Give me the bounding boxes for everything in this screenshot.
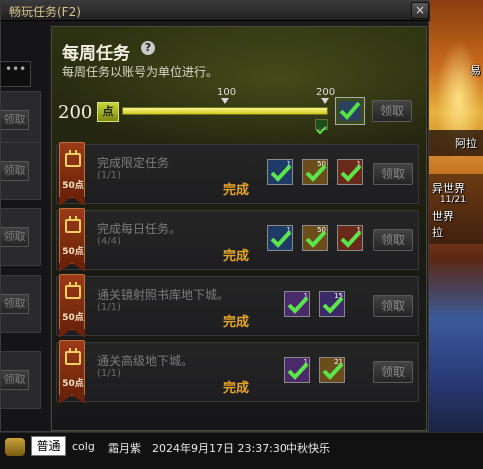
side-text-fragment: 易 xyxy=(470,64,481,77)
weekly-progress-bar xyxy=(122,107,328,115)
milestone-check-icon xyxy=(315,119,328,135)
weekly-progress-fill xyxy=(123,108,327,114)
left-claim-button[interactable]: 领取 xyxy=(1,370,29,390)
chat-channel-selector[interactable]: 普通 xyxy=(31,436,66,456)
window-title: 畅玩任务(F2) xyxy=(9,5,81,19)
side-text-fragment: 异世界 xyxy=(432,182,465,195)
chat-user[interactable]: colg xyxy=(72,440,95,453)
left-task-card: 领取 xyxy=(1,91,41,149)
side-text-fragment: 拉 xyxy=(432,226,443,239)
blue-box-icon[interactable]: 1 xyxy=(267,225,293,251)
red-box-icon[interactable]: 1 xyxy=(337,159,363,185)
task-status: 完成 xyxy=(223,381,250,396)
points-unit-badge: 点 xyxy=(97,102,119,122)
task-count: (1/1) xyxy=(97,368,121,379)
ribbon-points: 50点 xyxy=(62,181,84,191)
task-name: 完成每日任务。 xyxy=(97,222,182,236)
progress-tick-marker xyxy=(221,98,229,104)
calendar-icon xyxy=(65,150,81,167)
side-text-fragment: 11/21 xyxy=(440,195,466,205)
left-claim-button[interactable]: 领取 xyxy=(1,161,29,181)
violet-box-icon[interactable]: 15 xyxy=(319,291,345,317)
chat-datetime: 2024年9月17日 23:37:30 xyxy=(152,442,287,455)
left-task-card: 领取 xyxy=(1,208,41,266)
chat-bar: 普通 colg 霜月紫 2024年9月17日 23:37:30 中秋快乐 xyxy=(0,432,483,469)
task-row: 50点 通关高级地下城。 (1/1) 完成 1 21 领取 xyxy=(56,340,419,404)
task-name: 通关高级地下城。 xyxy=(97,354,194,368)
task-claim-button[interactable]: 领取 xyxy=(373,229,413,251)
chat-sender-name[interactable]: 霜月紫 xyxy=(108,440,141,456)
purple-box-icon[interactable]: 1 xyxy=(284,291,310,317)
task-status: 完成 xyxy=(223,249,250,264)
left-claim-button[interactable]: 领取 xyxy=(1,294,29,314)
progress-tick-marker xyxy=(321,98,329,104)
gold-box-icon[interactable]: 21 xyxy=(319,357,345,383)
gold-box-icon[interactable]: 50 xyxy=(302,225,328,251)
task-claim-button[interactable]: 领取 xyxy=(373,361,413,383)
ribbon-points: 50点 xyxy=(62,379,84,389)
window-titlebar[interactable]: 畅玩任务(F2) × xyxy=(1,1,430,21)
calendar-icon xyxy=(65,216,81,233)
left-task-card: 领取 xyxy=(1,142,41,200)
left-task-card: 领取 xyxy=(1,351,41,409)
weekly-task-panel: 每周任务 ? 每周任务以账号为单位进行。 200 点 100 200 领取 50… xyxy=(51,26,427,431)
points-ribbon: 50点 xyxy=(59,208,85,272)
points-ribbon: 50点 xyxy=(59,274,85,338)
chat-message: 中秋快乐 xyxy=(286,442,330,455)
task-count: (4/4) xyxy=(97,236,121,247)
task-row: 50点 完成限定任务 (1/1) 完成 1 50 1 领取 xyxy=(56,142,419,206)
task-name: 通关镜射照书库地下城。 xyxy=(97,288,230,302)
task-count: (1/1) xyxy=(97,170,121,181)
page-subtitle: 每周任务以账号为单位进行。 xyxy=(62,65,219,79)
blue-box-icon[interactable]: 1 xyxy=(267,159,293,185)
ribbon-points: 50点 xyxy=(62,247,84,257)
left-search-field[interactable]: ••• xyxy=(1,61,31,87)
progress-tick-label: 100 xyxy=(217,87,237,98)
points-ribbon: 50点 xyxy=(59,340,85,404)
gold-box-icon[interactable]: 50 xyxy=(302,159,328,185)
left-claim-button[interactable]: 领取 xyxy=(1,227,29,247)
task-claim-button[interactable]: 领取 xyxy=(373,163,413,185)
calendar-icon xyxy=(65,282,81,299)
weekly-claim-button[interactable]: 领取 xyxy=(372,100,412,122)
chat-menu-icon[interactable] xyxy=(5,438,25,456)
left-claim-button[interactable]: 领取 xyxy=(1,110,29,130)
side-text-fragment: 阿拉 xyxy=(455,137,477,150)
task-claim-button[interactable]: 领取 xyxy=(373,295,413,317)
ribbon-points: 50点 xyxy=(62,313,84,323)
close-button[interactable]: × xyxy=(411,2,429,19)
left-task-list: ••• 领取 领取 领取 领取 领取 xyxy=(1,21,49,431)
help-icon[interactable]: ? xyxy=(141,41,155,55)
points-ribbon: 50点 xyxy=(59,142,85,206)
purple-box-icon[interactable]: 1 xyxy=(284,357,310,383)
quest-window: 畅玩任务(F2) × ••• 领取 领取 领取 领取 领取 每周任务 ? 每周任… xyxy=(0,0,430,432)
milestone-reward-icon[interactable] xyxy=(335,97,365,125)
page-title: 每周任务 xyxy=(62,44,130,64)
task-row: 50点 完成每日任务。 (4/4) 完成 1 50 1 领取 xyxy=(56,208,419,272)
task-count: (1/1) xyxy=(97,302,121,313)
task-name: 完成限定任务 xyxy=(97,156,170,170)
task-row: 50点 通关镜射照书库地下城。 (1/1) 完成 1 15 领取 xyxy=(56,274,419,338)
progress-tick-label: 200 xyxy=(316,87,336,98)
task-status: 完成 xyxy=(223,183,250,198)
task-status: 完成 xyxy=(223,315,250,330)
left-task-card: 领取 xyxy=(1,275,41,333)
calendar-icon xyxy=(65,348,81,365)
side-text-fragment: 世界 xyxy=(432,210,454,223)
weekly-points-value: 200 xyxy=(58,102,93,123)
red-box-icon[interactable]: 1 xyxy=(337,225,363,251)
